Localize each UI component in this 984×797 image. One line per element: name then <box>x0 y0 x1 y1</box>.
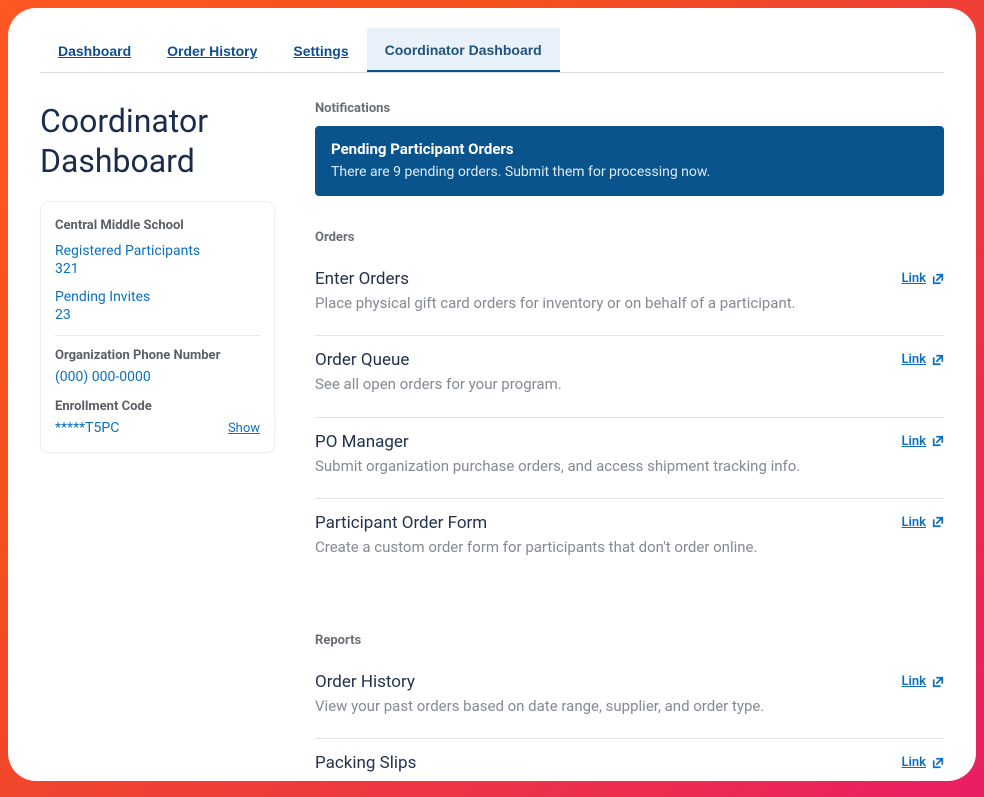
enrollment-label: Enrollment Code <box>55 399 260 414</box>
packing-slips-link[interactable]: Link <box>901 755 944 770</box>
order-item-order-queue: Order Queue See all open orders for your… <box>315 336 944 417</box>
divider <box>55 335 260 336</box>
main-tabs: Dashboard Order History Settings Coordin… <box>40 28 944 73</box>
orders-list: Enter Orders Place physical gift card or… <box>315 255 944 579</box>
link-label: Link <box>901 434 926 449</box>
item-title: Enter Orders <box>315 269 885 289</box>
external-link-icon <box>932 516 944 528</box>
tab-settings[interactable]: Settings <box>275 28 366 72</box>
page-title: Coordinator Dashboard <box>40 101 275 181</box>
item-desc: Submit organization purchase orders, and… <box>315 456 885 476</box>
orders-label: Orders <box>315 230 944 245</box>
order-item-enter-orders: Enter Orders Place physical gift card or… <box>315 255 944 336</box>
external-link-icon <box>932 757 944 769</box>
reports-label: Reports <box>315 633 944 648</box>
phone-label: Organization Phone Number <box>55 348 260 363</box>
order-item-po-manager: PO Manager Submit organization purchase … <box>315 418 944 499</box>
item-title: Participant Order Form <box>315 513 885 533</box>
notifications-label: Notifications <box>315 101 944 116</box>
org-name: Central Middle School <box>55 218 260 233</box>
sidebar: Coordinator Dashboard Central Middle Sch… <box>40 101 275 453</box>
link-label: Link <box>901 674 926 689</box>
item-desc: Printable report to include in your gift… <box>315 777 885 781</box>
participant-order-form-link[interactable]: Link <box>901 515 944 530</box>
tab-dashboard[interactable]: Dashboard <box>40 28 149 72</box>
notice-title: Pending Participant Orders <box>331 140 928 158</box>
external-link-icon <box>932 435 944 447</box>
report-item-order-history: Order History View your past orders base… <box>315 658 944 739</box>
registered-participants-count: 321 <box>55 261 260 277</box>
item-desc: Place physical gift card orders for inve… <box>315 293 885 313</box>
external-link-icon <box>932 273 944 285</box>
enrollment-code: *****T5PC <box>55 420 119 436</box>
registered-participants-link[interactable]: Registered Participants <box>55 243 260 259</box>
report-item-packing-slips: Packing Slips Printable report to includ… <box>315 739 944 781</box>
item-desc: Create a custom order form for participa… <box>315 537 885 557</box>
link-label: Link <box>901 515 926 530</box>
item-desc: View your past orders based on date rang… <box>315 696 885 716</box>
external-link-icon <box>932 676 944 688</box>
phone-value[interactable]: (000) 000-0000 <box>55 369 260 385</box>
enrollment-row: *****T5PC Show <box>55 420 260 436</box>
item-title: Order History <box>315 672 885 692</box>
link-label: Link <box>901 271 926 286</box>
enter-orders-link[interactable]: Link <box>901 271 944 286</box>
reports-list: Order History View your past orders base… <box>315 658 944 781</box>
pending-invites-count: 23 <box>55 307 260 323</box>
order-item-participant-order-form: Participant Order Form Create a custom o… <box>315 499 944 579</box>
link-label: Link <box>901 755 926 770</box>
item-desc: See all open orders for your program. <box>315 374 885 394</box>
show-code-link[interactable]: Show <box>228 421 260 436</box>
item-title: PO Manager <box>315 432 885 452</box>
notice-body: There are 9 pending orders. Submit them … <box>331 164 928 180</box>
pending-invites-link[interactable]: Pending Invites <box>55 289 260 305</box>
po-manager-link[interactable]: Link <box>901 434 944 449</box>
org-card: Central Middle School Registered Partici… <box>40 201 275 453</box>
link-label: Link <box>901 352 926 367</box>
order-queue-link[interactable]: Link <box>901 352 944 367</box>
app-frame: Dashboard Order History Settings Coordin… <box>8 8 976 781</box>
order-history-link[interactable]: Link <box>901 674 944 689</box>
tab-order-history[interactable]: Order History <box>149 28 275 72</box>
pending-orders-notice[interactable]: Pending Participant Orders There are 9 p… <box>315 126 944 196</box>
external-link-icon <box>932 354 944 366</box>
item-title: Order Queue <box>315 350 885 370</box>
item-title: Packing Slips <box>315 753 885 773</box>
main-panel: Notifications Pending Participant Orders… <box>315 101 944 781</box>
content-area: Coordinator Dashboard Central Middle Sch… <box>40 101 944 781</box>
tab-coordinator-dashboard[interactable]: Coordinator Dashboard <box>367 28 560 72</box>
